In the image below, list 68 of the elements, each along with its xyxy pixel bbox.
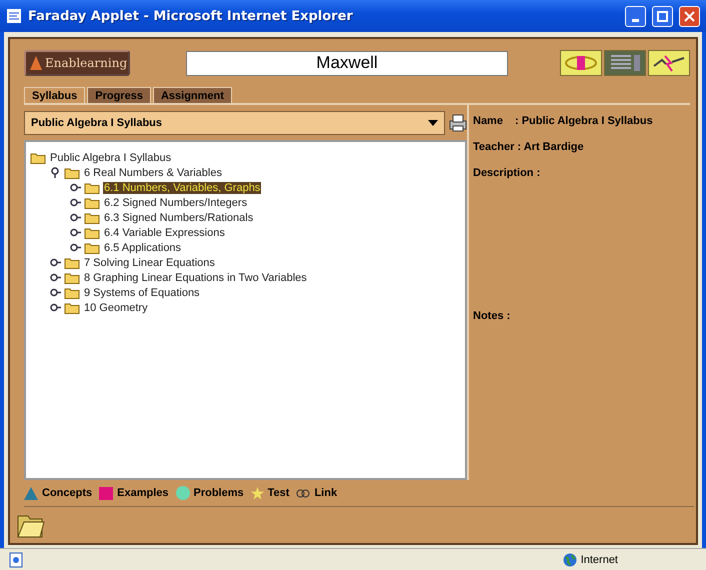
folder-icon bbox=[84, 212, 100, 224]
pyramid-icon bbox=[24, 486, 38, 500]
collapsed-handle-icon[interactable] bbox=[70, 182, 81, 194]
tree-item[interactable]: 10 Geometry bbox=[83, 302, 149, 314]
tree-item[interactable]: 6.3 Signed Numbers/Rationals bbox=[103, 212, 254, 224]
window-title: Faraday Applet - Microsoft Internet Explorer bbox=[28, 8, 354, 24]
tab[interactable]: Progress bbox=[87, 87, 151, 104]
legend-label: Examples bbox=[117, 487, 168, 500]
tree-item[interactable]: 6.5 Applications bbox=[103, 242, 182, 254]
collapsed-handle-icon[interactable] bbox=[70, 212, 81, 224]
tab[interactable]: Assignment bbox=[152, 87, 232, 104]
user-name-field: Maxwell bbox=[186, 50, 508, 76]
folder-icon bbox=[84, 182, 100, 194]
tree-item[interactable]: 6 Real Numbers & Variables bbox=[83, 166, 223, 179]
folder-icon bbox=[84, 196, 100, 209]
tree-item[interactable]: 6.1 Numbers, Variables, Graphs bbox=[103, 182, 262, 194]
tree-item[interactable]: 8 Graphing Linear Equations in Two Variables bbox=[83, 272, 308, 284]
folder-icon bbox=[64, 302, 80, 314]
magnet-tool-icon[interactable] bbox=[560, 50, 602, 76]
folder-icon bbox=[84, 242, 100, 254]
circle-icon bbox=[176, 486, 190, 500]
folder-icon bbox=[84, 226, 100, 239]
browser-icon bbox=[6, 8, 22, 24]
star-icon bbox=[250, 486, 264, 500]
security-zone: Internet bbox=[580, 554, 618, 566]
legend-label: Test bbox=[268, 487, 290, 500]
close-button[interactable] bbox=[679, 6, 700, 27]
collapsed-handle-icon[interactable] bbox=[70, 197, 81, 208]
notes-label: Notes : bbox=[473, 310, 512, 322]
folder-icon bbox=[64, 272, 80, 284]
maximize-button[interactable] bbox=[652, 6, 673, 27]
folder-icon bbox=[64, 256, 80, 269]
syllabus-dropdown[interactable]: Public Algebra I Syllabus bbox=[24, 111, 445, 136]
close-icon bbox=[684, 10, 695, 22]
globe-icon bbox=[562, 552, 577, 567]
collapsed-handle-icon[interactable] bbox=[70, 242, 81, 254]
description-label: Description : bbox=[473, 167, 542, 180]
collapsed-handle-icon[interactable] bbox=[50, 257, 61, 268]
legend-label: Concepts bbox=[42, 487, 92, 500]
collapsed-handle-icon[interactable] bbox=[50, 272, 61, 284]
page-icon bbox=[8, 552, 24, 568]
spark-tool-icon[interactable] bbox=[648, 50, 690, 76]
tree-item[interactable]: Public Algebra I Syllabus bbox=[49, 152, 172, 164]
name-value: : Public Algebra I Syllabus bbox=[514, 115, 653, 128]
legend-label: Problems bbox=[194, 487, 244, 500]
tab[interactable]: Syllabus bbox=[24, 87, 86, 104]
tree-item[interactable]: 6.2 Signed Numbers/Integers bbox=[103, 196, 248, 209]
expanded-handle-icon[interactable] bbox=[50, 167, 61, 178]
square-icon bbox=[99, 486, 114, 500]
collapsed-handle-icon[interactable] bbox=[50, 302, 61, 314]
tree-item[interactable]: 9 Systems of Equations bbox=[83, 286, 201, 299]
collapsed-handle-icon[interactable] bbox=[50, 287, 61, 298]
maximize-icon bbox=[657, 10, 668, 22]
tree-item[interactable]: 7 Solving Linear Equations bbox=[83, 256, 216, 269]
folder-icon bbox=[30, 152, 46, 164]
tree-item[interactable]: 6.4 Variable Expressions bbox=[103, 226, 226, 239]
name-label: Name bbox=[473, 115, 503, 128]
minimize-icon bbox=[632, 18, 639, 22]
folder-icon bbox=[64, 286, 80, 299]
link-icon bbox=[296, 488, 310, 498]
printer-icon[interactable] bbox=[449, 114, 467, 132]
teacher-text: Teacher : Art Bardige bbox=[473, 141, 585, 154]
caret-icon bbox=[428, 120, 438, 126]
minimize-button[interactable] bbox=[625, 6, 646, 27]
folder-icon bbox=[64, 166, 80, 179]
logo[interactable]: Enablearning bbox=[24, 50, 130, 76]
legend-label: Link bbox=[314, 487, 338, 500]
collapsed-handle-icon[interactable] bbox=[70, 227, 81, 238]
